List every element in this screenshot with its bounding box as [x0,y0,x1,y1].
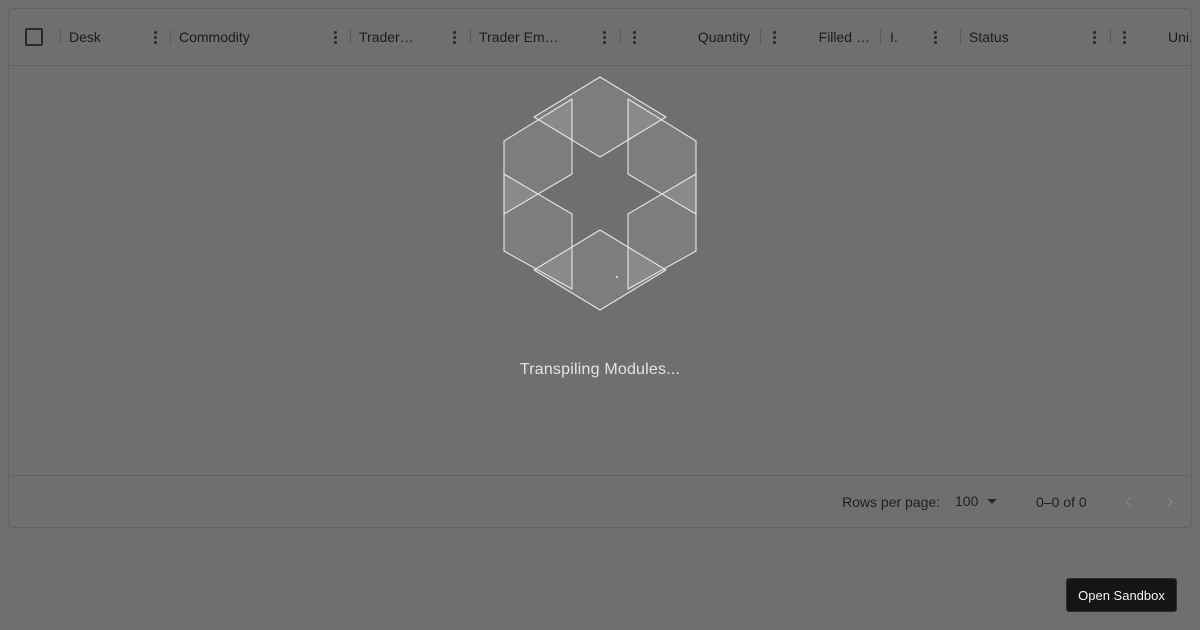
column-header-commodity[interactable]: Commodity [171,9,351,65]
column-menu-icon[interactable] [1114,27,1134,47]
column-title-is-filled: I. [890,29,898,45]
column-menu-icon[interactable] [145,27,165,47]
column-title-trader-email: Trader Em… [479,29,559,45]
pagination-range: 0–0 of 0 [1036,494,1087,510]
column-header-desk[interactable]: Desk [61,9,171,65]
column-title-unit-price: Uni. [1168,29,1192,45]
column-menu-icon[interactable] [325,27,345,47]
column-header-is-filled[interactable]: I. [881,9,961,65]
column-title-filled-quantity: Filled … [818,29,870,45]
previous-page-button[interactable] [1115,488,1143,516]
column-title-desk: Desk [69,29,101,45]
column-title-commodity: Commodity [179,29,250,45]
column-menu-icon[interactable] [594,27,614,47]
column-header-unit-price[interactable]: Uni. [1111,9,1192,65]
open-sandbox-button[interactable]: Open Sandbox [1066,578,1177,612]
column-menu-icon[interactable] [925,27,945,47]
chevron-right-icon [1166,496,1174,508]
column-title-trader-name: Trader… [359,29,414,45]
rows-per-page-select[interactable]: 100 [955,493,978,509]
rows-per-page-label: Rows per page: [842,494,941,510]
column-header-filled-quantity[interactable]: Filled … [761,9,881,65]
column-title-status: Status [969,29,1009,45]
column-header-status[interactable]: Status [961,9,1111,65]
select-all-checkbox[interactable] [25,28,43,46]
chevron-left-icon [1124,496,1132,508]
grid-header: Desk Commodity Trader… Trader Em… Quanti… [9,9,1191,66]
caret-down-icon[interactable] [987,499,997,504]
column-menu-icon[interactable] [1084,27,1104,47]
column-menu-icon[interactable] [444,27,464,47]
column-header-trader-email[interactable]: Trader Em… [471,9,621,65]
column-header-trader-name[interactable]: Trader… [351,9,471,65]
column-menu-icon[interactable] [624,27,644,47]
grid-footer: Rows per page: 100 0–0 of 0 [9,475,1191,527]
loading-spinner-icon [503,76,697,311]
column-header-quantity[interactable]: Quantity [621,9,761,65]
column-title-quantity: Quantity [697,29,750,45]
next-page-button[interactable] [1155,488,1183,516]
column-menu-icon[interactable] [764,27,784,47]
loading-message: Transpiling Modules... [519,361,681,378]
